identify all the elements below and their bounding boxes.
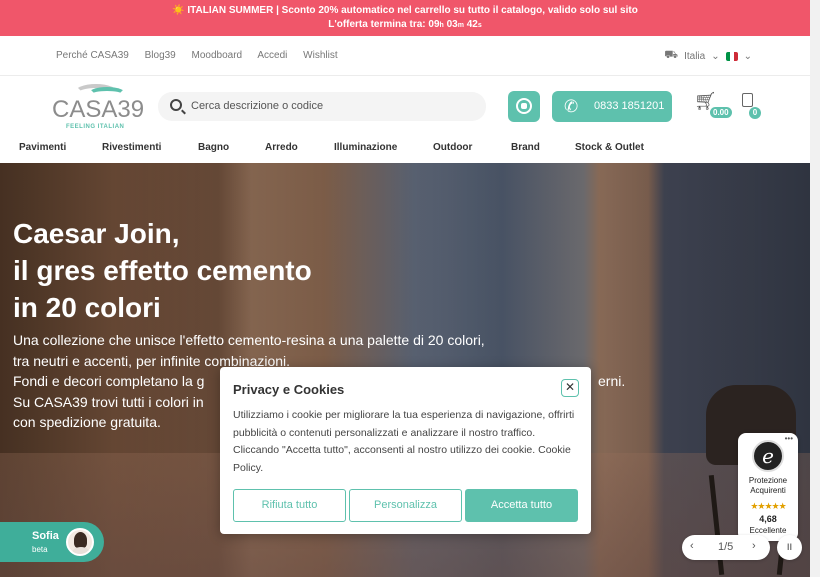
- nav-rivestimenti[interactable]: Rivestimenti: [102, 142, 161, 153]
- promo-countdown: L'offerta termina tra: 09h 03m 42s: [0, 18, 810, 32]
- country-select[interactable]: Italia: [684, 51, 705, 62]
- logo-tagline: FEELING ITALIAN: [66, 124, 125, 130]
- chat-assistant-status: beta: [32, 545, 48, 554]
- countdown-seconds: 42: [466, 19, 478, 30]
- link-accedi[interactable]: Accedi: [257, 50, 287, 61]
- utility-bar: Perché CASA39 Blog39 Moodboard Accedi Wi…: [0, 36, 810, 76]
- chevron-left-icon[interactable]: ‹: [690, 540, 694, 552]
- rating-score: 4,68: [759, 514, 777, 524]
- search-input[interactable]: [191, 96, 471, 116]
- countdown-minutes: 03: [446, 19, 458, 30]
- hero-text-fragment: Fondi e decori completano la g: [13, 373, 205, 389]
- slide-pager: ‹ 1/5 ›: [682, 535, 770, 560]
- hero-title: Caesar Join, il gres effetto cemento in …: [13, 215, 312, 326]
- close-icon[interactable]: ✕: [561, 379, 579, 397]
- chat-assistant-button[interactable]: Sofia beta: [0, 522, 104, 562]
- whatsapp-icon: [516, 98, 532, 114]
- hero-title-line: Caesar Join,: [13, 218, 180, 249]
- link-blog39[interactable]: Blog39: [145, 50, 176, 61]
- phone-icon: ✆: [564, 97, 579, 116]
- casa39-logo[interactable]: CASA39 FEELING ITALIAN: [52, 82, 145, 130]
- assistant-avatar: [66, 528, 94, 556]
- quote-list-button[interactable]: 0: [740, 91, 764, 119]
- pause-icon[interactable]: II: [777, 535, 802, 560]
- link-perche-casa39[interactable]: Perché CASA39: [56, 50, 129, 61]
- slide-counter: 1/5: [718, 541, 734, 553]
- hero-text-tail: erni.: [598, 373, 626, 389]
- phone-number: 0833 1851201: [594, 100, 665, 112]
- nav-bagno[interactable]: Bagno: [198, 142, 229, 153]
- accept-all-button[interactable]: Accetta tutto: [465, 489, 578, 522]
- nav-illuminazione[interactable]: Illuminazione: [334, 142, 397, 153]
- nav-brand[interactable]: Brand: [511, 142, 540, 153]
- chevron-down-icon: ⌄: [743, 50, 752, 62]
- cookie-text: Utilizziamo i cookie per migliorare la t…: [233, 409, 575, 474]
- cookie-consent-dialog: Privacy e Cookies ✕ Utilizziamo i cookie…: [220, 367, 591, 534]
- scrollbar[interactable]: [810, 0, 820, 577]
- list-count-badge: 0: [749, 107, 761, 119]
- trusted-shops-badge[interactable]: ••• Protezione Acquirenti ★★★★★ 4,68 Ecc…: [738, 433, 798, 541]
- buyer-protection-label: Protezione Acquirenti: [748, 476, 788, 495]
- whatsapp-button[interactable]: [508, 91, 540, 122]
- rating-text: Eccellente: [749, 526, 787, 535]
- chevron-down-icon: ⌄: [711, 50, 720, 62]
- italy-flag-icon[interactable]: [725, 51, 738, 61]
- search-icon[interactable]: [170, 99, 182, 111]
- hero-title-line: il gres effetto cemento: [13, 255, 312, 286]
- customize-button[interactable]: Personalizza: [349, 489, 462, 522]
- main-header: CASA39 FEELING ITALIAN ✆ 0833 1851201 🛒︎…: [0, 77, 810, 135]
- countdown-label: L'offerta termina tra:: [328, 19, 426, 30]
- nav-stock-outlet[interactable]: Stock & Outlet: [575, 142, 644, 153]
- hero-text-line: Una collezione che unisce l'effetto ceme…: [13, 332, 485, 348]
- more-options-icon[interactable]: •••: [785, 434, 793, 443]
- hero-title-line: in 20 colori: [13, 292, 161, 323]
- countdown-hours: 09: [428, 19, 440, 30]
- clipboard-icon: [742, 93, 753, 107]
- search-bar[interactable]: [158, 92, 486, 121]
- phone-button[interactable]: ✆ 0833 1851201: [552, 91, 672, 122]
- truck-icon: ⛟: [664, 49, 679, 61]
- locale-controls: ⛟ Italia ⌄ ⌄: [664, 49, 752, 63]
- promo-bar: ☀️ ITALIAN SUMMER | Sconto 20% automatic…: [0, 0, 810, 36]
- nav-arredo[interactable]: Arredo: [265, 142, 298, 153]
- countdown-seconds-unit: s: [477, 22, 482, 29]
- link-moodboard[interactable]: Moodboard: [192, 50, 243, 61]
- cart-button[interactable]: 🛒︎ 0.00: [694, 91, 734, 119]
- countdown-minutes-unit: m: [457, 22, 464, 29]
- reject-all-button[interactable]: Rifiuta tutto: [233, 489, 346, 522]
- cookie-title: Privacy e Cookies: [233, 382, 345, 397]
- cart-total-badge: 0.00: [710, 107, 732, 118]
- utility-links: Perché CASA39 Blog39 Moodboard Accedi Wi…: [56, 50, 351, 61]
- category-nav: Pavimenti Rivestimenti Bagno Arredo Illu…: [0, 138, 810, 162]
- promo-text: ☀️ ITALIAN SUMMER | Sconto 20% automatic…: [172, 5, 638, 16]
- nav-outdoor[interactable]: Outdoor: [433, 142, 472, 153]
- rating-stars: ★★★★★: [750, 501, 786, 511]
- link-wishlist[interactable]: Wishlist: [303, 50, 337, 61]
- trusted-shops-seal-icon: [752, 440, 784, 472]
- logo-wordmark: CASA39: [52, 96, 145, 123]
- chat-assistant-name: Sofia: [32, 530, 59, 542]
- countdown-hours-unit: h: [439, 22, 444, 29]
- chevron-right-icon[interactable]: ›: [752, 540, 756, 552]
- nav-pavimenti[interactable]: Pavimenti: [19, 142, 66, 153]
